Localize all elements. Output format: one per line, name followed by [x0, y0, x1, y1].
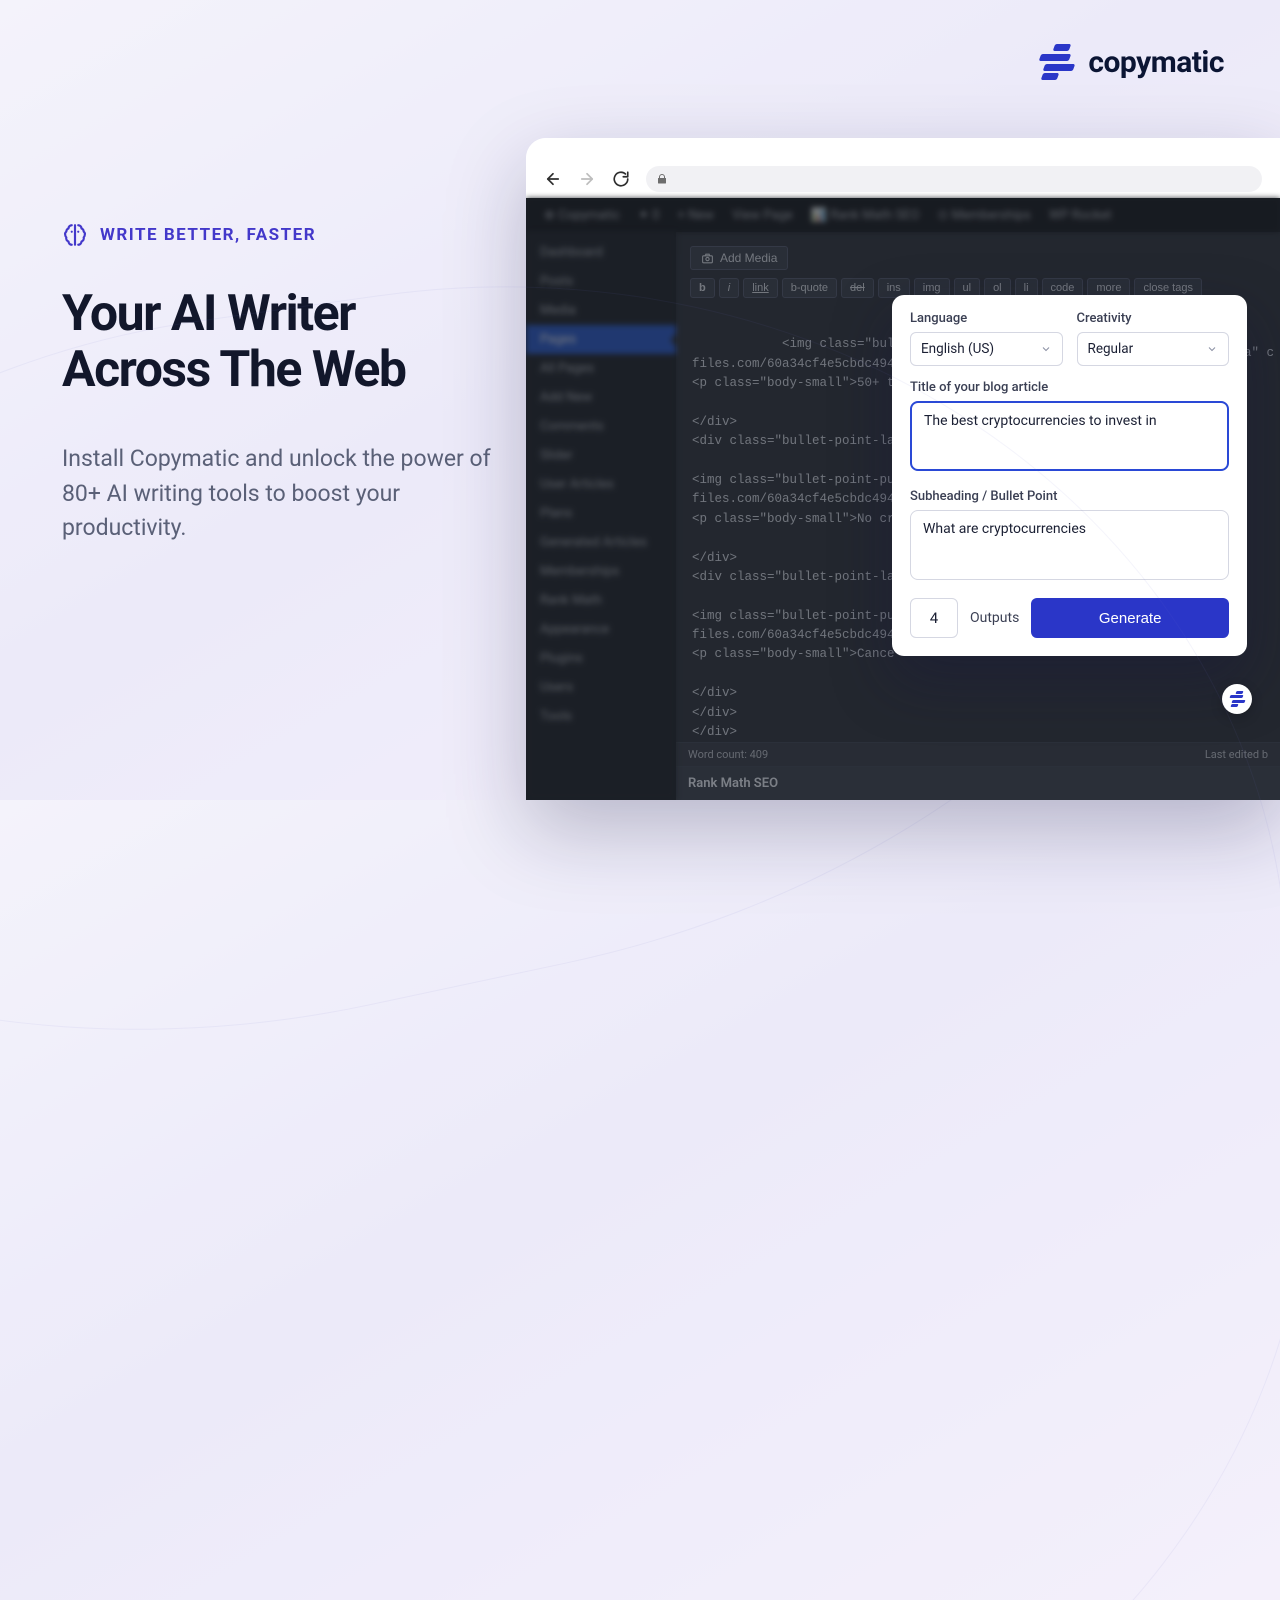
brand-wordmark: copymatic — [1088, 45, 1224, 80]
copymatic-badge[interactable] — [1222, 684, 1252, 714]
browser-tabbar — [526, 138, 1280, 160]
brain-icon — [62, 222, 88, 248]
language-select[interactable]: English (US) — [910, 332, 1063, 366]
copymatic-popup: Language English (US) Creativity Regular… — [892, 295, 1247, 656]
language-label: Language — [910, 311, 1063, 326]
title-label: Title of your blog article — [910, 380, 1229, 395]
language-value: English (US) — [921, 341, 994, 357]
outputs-input[interactable] — [910, 598, 958, 638]
creativity-value: Regular — [1088, 341, 1134, 357]
brand-logo: copymatic — [1038, 44, 1224, 80]
hero-tagline-text: WRITE BETTER, FASTER — [100, 225, 316, 245]
address-bar[interactable] — [646, 166, 1262, 192]
nav-reload-button[interactable] — [612, 170, 630, 188]
chevron-down-icon — [1040, 343, 1052, 355]
browser-toolbar — [526, 160, 1280, 198]
lock-icon — [656, 173, 668, 185]
subheading-input[interactable] — [910, 510, 1229, 580]
creativity-select[interactable]: Regular — [1077, 332, 1230, 366]
generate-button[interactable]: Generate — [1031, 598, 1229, 638]
hero-title-l1: Your AI Writer — [62, 285, 355, 343]
hero-title: Your AI Writer Across The Web — [62, 286, 522, 398]
creativity-label: Creativity — [1077, 311, 1230, 326]
nav-forward-button[interactable] — [578, 170, 596, 188]
hero-title-l2: Across The Web — [62, 341, 405, 399]
brand-logo-mark — [1038, 44, 1074, 80]
nav-back-button[interactable] — [544, 170, 562, 188]
chevron-down-icon — [1206, 343, 1218, 355]
hero-tagline: WRITE BETTER, FASTER — [62, 222, 522, 248]
title-input[interactable] — [910, 401, 1229, 471]
hero-subtitle: Install Copymatic and unlock the power o… — [62, 442, 522, 546]
hero-section: WRITE BETTER, FASTER Your AI Writer Acro… — [62, 222, 522, 546]
subheading-label: Subheading / Bullet Point — [910, 489, 1229, 504]
brand-logo-mark — [1229, 691, 1245, 707]
outputs-label: Outputs — [970, 610, 1019, 626]
